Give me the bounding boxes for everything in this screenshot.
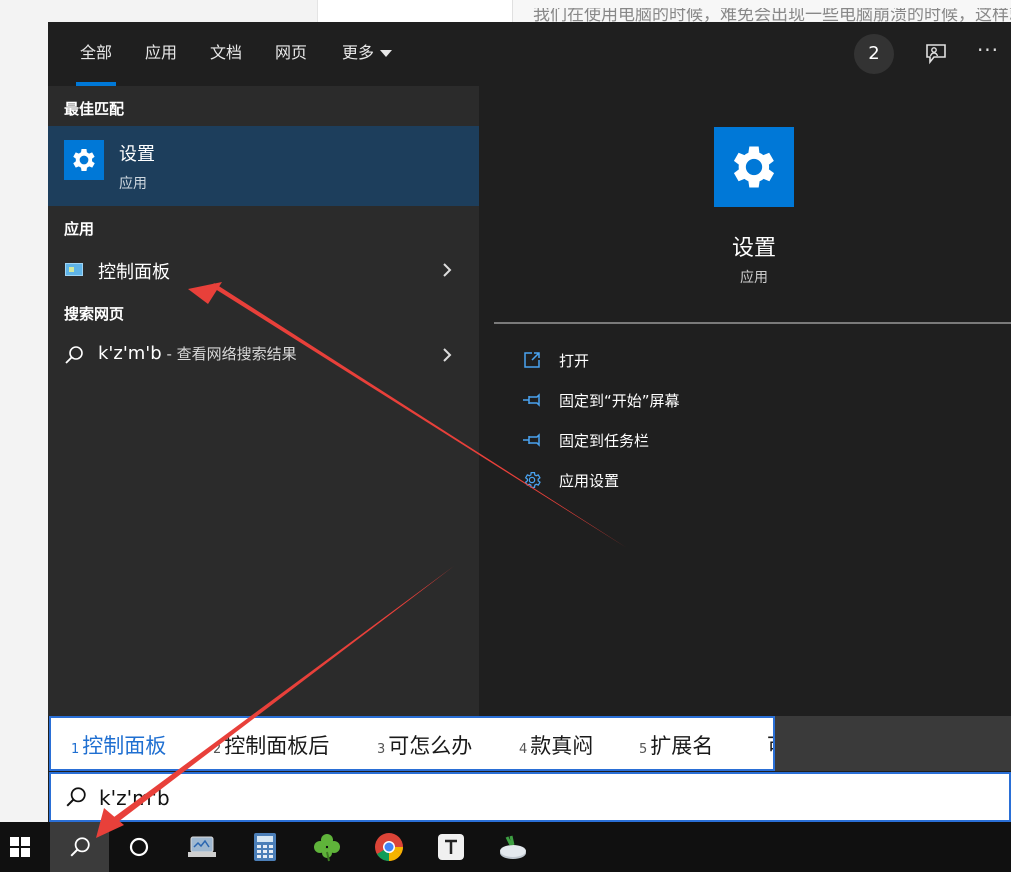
candidate-number: 2 xyxy=(213,742,222,757)
control-panel-icon xyxy=(65,263,83,276)
tab-label: 更多 xyxy=(341,43,374,62)
chevron-down-icon xyxy=(380,50,392,57)
search-input-value: k'z'm'b xyxy=(99,786,170,810)
action-label: 固定到任务栏 xyxy=(559,432,650,450)
best-match-header: 最佳匹配 xyxy=(64,100,125,118)
preview-divider xyxy=(494,322,1011,324)
result-web-search[interactable]: k'z'm'b - 查看网络搜索结果 xyxy=(48,335,479,375)
tab-all[interactable]: 全部 xyxy=(66,22,126,86)
preview-pane-bottom xyxy=(775,716,1011,771)
best-match-subtitle: 应用 xyxy=(119,176,147,192)
search-icon[interactable] xyxy=(50,822,109,872)
gear-icon xyxy=(64,140,104,180)
pin-icon xyxy=(523,393,540,407)
tab-label: 文档 xyxy=(209,43,242,62)
candidate-text: 可怎么办 xyxy=(388,734,473,758)
calculator-icon[interactable] xyxy=(238,822,292,872)
candidate-number: 4 xyxy=(519,742,528,757)
action-label: 打开 xyxy=(559,352,590,370)
chrome-icon[interactable] xyxy=(362,822,416,872)
search-input[interactable]: k'z'm'b xyxy=(49,772,1011,822)
search-tab-bar: 全部 应用 文档 网页 更多 2 ··· xyxy=(48,22,1011,86)
typora-icon[interactable] xyxy=(424,822,478,872)
action-label: 固定到“开始”屏幕 xyxy=(559,392,680,410)
web-search-header: 搜索网页 xyxy=(64,305,125,323)
apps-header: 应用 xyxy=(64,220,95,238)
web-query: k'z'm'b xyxy=(98,343,162,364)
result-label: k'z'm'b - 查看网络搜索结果 xyxy=(98,343,297,364)
monitor-app-icon[interactable] xyxy=(176,822,230,872)
tab-label: 应用 xyxy=(144,43,177,62)
ime-candidate-2[interactable]: 2 控制面板后 xyxy=(213,730,329,760)
gear-icon xyxy=(714,127,794,207)
candidate-text: 控制面板后 xyxy=(224,734,330,758)
tab-apps[interactable]: 应用 xyxy=(131,22,191,86)
rewards-badge[interactable]: 2 xyxy=(854,34,894,74)
results-pane: 最佳匹配 设置 应用 应用 控制面板 搜索网页 k'z'm'b - 查看网络搜索… xyxy=(48,86,479,716)
best-match-title: 设置 xyxy=(119,144,155,165)
gear-icon xyxy=(524,472,541,488)
best-match-settings[interactable]: 设置 应用 xyxy=(48,126,479,206)
tab-label: 网页 xyxy=(274,43,307,62)
tab-label: 全部 xyxy=(79,43,112,62)
action-pin-start[interactable]: 固定到“开始”屏幕 xyxy=(522,386,822,416)
candidate-text: 扩展名 xyxy=(650,734,714,758)
preview-pane: 设置 应用 打开 固定到“开始”屏幕 固定到任务栏 应用设置 xyxy=(494,102,1011,716)
open-icon xyxy=(524,352,540,368)
tab-web[interactable]: 网页 xyxy=(261,22,321,86)
candidate-text: 控制面板 xyxy=(82,734,167,758)
ime-candidate-6[interactable]: 可 xyxy=(767,730,773,760)
ime-candidate-bar: 1控制面板 2控制面板后 3可怎么办 4款真闷 5扩展名 可 xyxy=(49,716,775,771)
action-label: 应用设置 xyxy=(559,472,620,490)
candidate-text: 款真闷 xyxy=(530,734,594,758)
ime-candidate-1[interactable]: 1 控制面板 xyxy=(71,730,166,760)
background-article-text: 我们在使用电脑的时候，难免会出现一些电脑崩溃的时候，这样就知道怎么处理了，那么w… xyxy=(533,8,1011,22)
tab-more[interactable]: 更多 xyxy=(332,22,402,86)
preview-title: 设置 xyxy=(731,236,776,261)
result-label: 控制面板 xyxy=(98,262,170,283)
ime-candidate-3[interactable]: 3 可怎么办 xyxy=(377,730,472,760)
candidate-text: 可 xyxy=(767,734,773,758)
ime-candidate-4[interactable]: 4 款真闷 xyxy=(519,730,593,760)
feedback-icon[interactable] xyxy=(924,42,948,66)
tab-documents[interactable]: 文档 xyxy=(196,22,256,86)
clover-icon[interactable] xyxy=(300,822,354,872)
disk-tool-icon[interactable] xyxy=(486,822,540,872)
candidate-number: 1 xyxy=(71,742,80,757)
pin-icon xyxy=(523,433,540,447)
candidate-number: 3 xyxy=(377,742,386,757)
ellipsis-icon[interactable]: ··· xyxy=(976,40,1000,66)
windows-start-icon[interactable] xyxy=(0,822,40,872)
candidate-number: 5 xyxy=(639,742,648,757)
chevron-right-icon[interactable] xyxy=(441,262,453,278)
result-control-panel[interactable]: 控制面板 xyxy=(48,250,479,290)
chevron-right-icon[interactable] xyxy=(441,347,453,363)
search-icon xyxy=(65,346,83,364)
action-pin-taskbar[interactable]: 固定到任务栏 xyxy=(522,426,822,456)
taskbar xyxy=(0,822,1011,872)
windows-search-window: 全部 应用 文档 网页 更多 2 ··· 最佳匹配 设置 应用 应用 控制面板 … xyxy=(48,22,1011,822)
action-open[interactable]: 打开 xyxy=(522,346,822,376)
search-icon xyxy=(66,787,86,807)
web-query-suffix: - 查看网络搜索结果 xyxy=(161,345,297,363)
preview-subtitle: 应用 xyxy=(740,270,768,286)
cortana-icon[interactable] xyxy=(112,822,166,872)
ime-candidate-5[interactable]: 5 扩展名 xyxy=(639,730,713,760)
action-app-settings[interactable]: 应用设置 xyxy=(522,466,822,496)
